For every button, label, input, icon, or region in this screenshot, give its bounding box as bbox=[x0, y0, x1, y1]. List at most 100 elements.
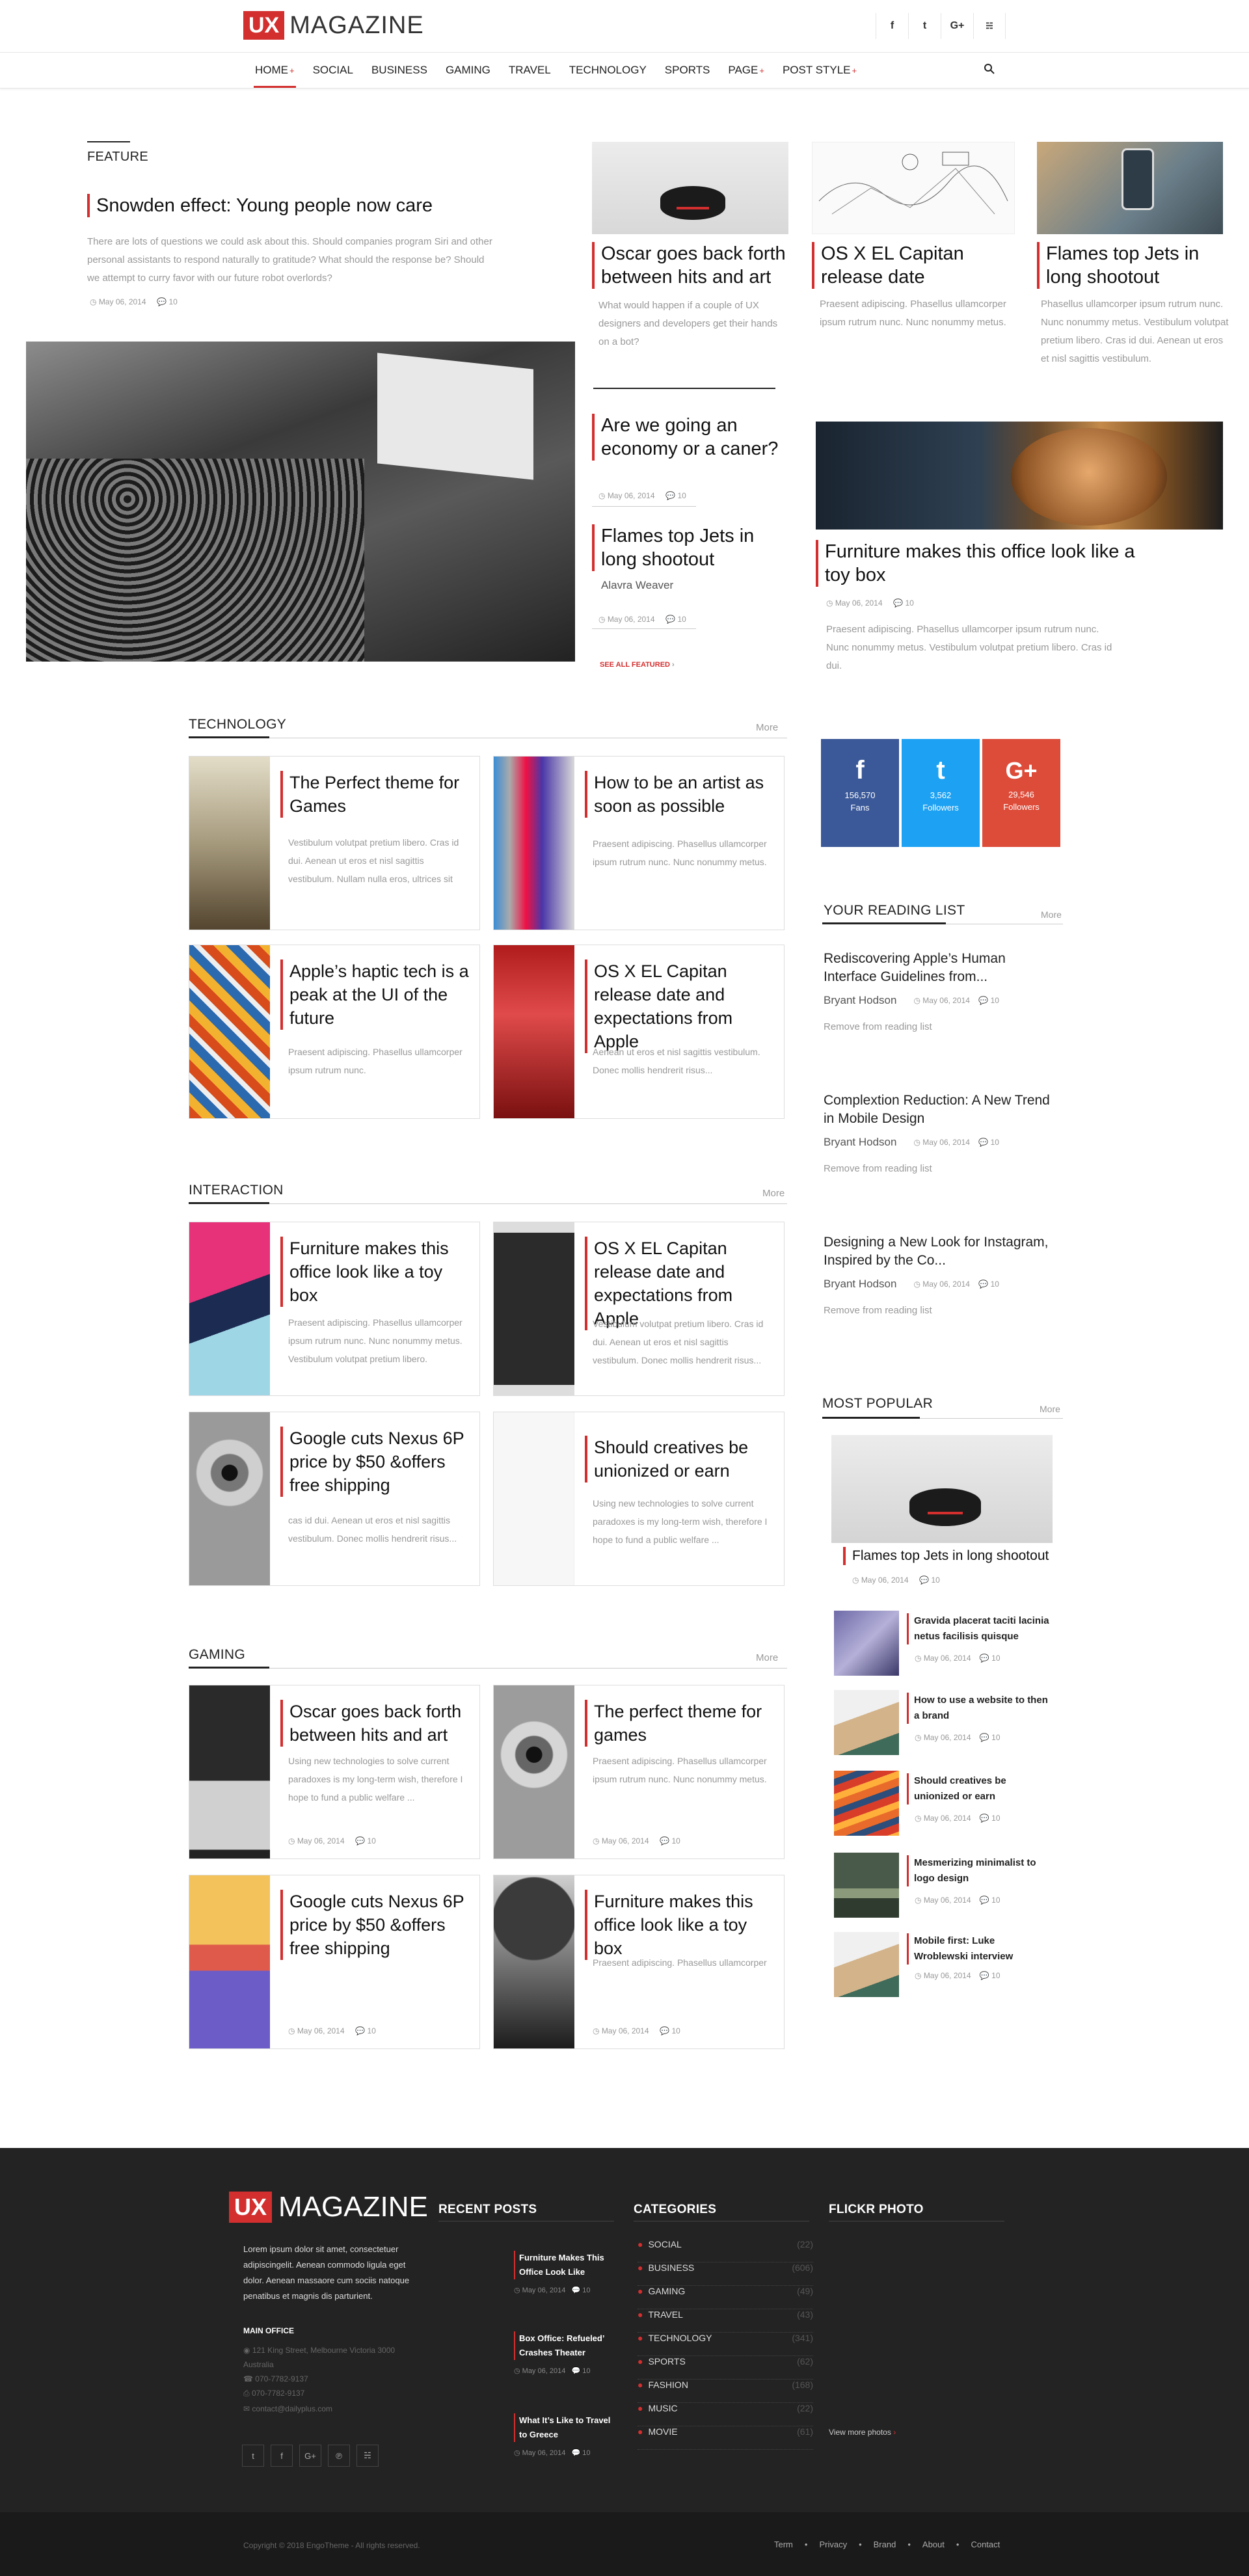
reading-list-more[interactable]: More bbox=[1041, 909, 1062, 920]
gaming-card-1-title[interactable]: Oscar goes back forth between hits and a… bbox=[280, 1700, 469, 1747]
nav-page[interactable]: PAGE + bbox=[719, 53, 773, 88]
category-sports[interactable]: ● SPORTS (62) bbox=[638, 2356, 813, 2380]
footer-twitter-icon[interactable]: t bbox=[242, 2445, 264, 2467]
col2-title-1[interactable]: Oscar goes back forth between hits and a… bbox=[592, 242, 788, 289]
col3b-title[interactable]: Flames top Jets in long shootout bbox=[1037, 242, 1226, 289]
gaming-card-4[interactable]: Furniture makes this office look like a … bbox=[493, 1875, 785, 2049]
gaming-card-4-title[interactable]: Furniture makes this office look like a … bbox=[585, 1890, 773, 1960]
technology-more[interactable]: More bbox=[756, 722, 778, 733]
social-counter-facebook[interactable]: f 156,570 Fans bbox=[821, 739, 899, 847]
interaction-card-1-title[interactable]: Furniture makes this office look like a … bbox=[280, 1237, 469, 1307]
google-plus-icon[interactable]: G+ bbox=[941, 13, 973, 39]
popular-item-5[interactable]: Mobile first: Luke Wroblewski interview … bbox=[834, 1932, 1055, 1997]
reading-item-1[interactable]: Rediscovering Apple’s Human Interface Gu… bbox=[824, 950, 1058, 1032]
category-gaming[interactable]: ● GAMING (49) bbox=[638, 2286, 813, 2309]
reading-item-2-remove[interactable]: Remove from reading list bbox=[824, 1163, 1058, 1174]
feature-main-image[interactable] bbox=[26, 342, 575, 662]
nav-social[interactable]: SOCIAL bbox=[304, 53, 362, 88]
nav-home[interactable]: HOME + bbox=[246, 53, 304, 88]
category-fashion[interactable]: ● FASHION (168) bbox=[638, 2380, 813, 2403]
reading-item-3-remove[interactable]: Remove from reading list bbox=[824, 1305, 1058, 1316]
most-popular-more[interactable]: More bbox=[1040, 1404, 1060, 1414]
social-counter-twitter[interactable]: t 3,562 Followers bbox=[902, 739, 980, 847]
footer-recent-3[interactable]: What It’s Like to Travel to Greece ◷ May… bbox=[514, 2413, 611, 2457]
tech-card-3[interactable]: Apple’s haptic tech is a peak at the UI … bbox=[189, 945, 480, 1119]
gaming-card-3[interactable]: Google cuts Nexus 6P price by $50 &offer… bbox=[189, 1875, 480, 2049]
twitter-icon[interactable]: t bbox=[908, 13, 941, 39]
category-travel[interactable]: ● TRAVEL (43) bbox=[638, 2309, 813, 2333]
col2-image-1[interactable] bbox=[592, 142, 788, 234]
popular-item-1-title[interactable]: Gravida placerat taciti lacinia netus fa… bbox=[907, 1613, 1050, 1644]
footer-recent-2-title[interactable]: Box Office: Refueled’ Crashes Theater bbox=[514, 2331, 611, 2360]
tech-card-2[interactable]: How to be an artist as soon as possible … bbox=[493, 756, 785, 930]
footer-recent-2[interactable]: Box Office: Refueled’ Crashes Theater ◷ … bbox=[514, 2331, 611, 2375]
nav-business[interactable]: BUSINESS bbox=[362, 53, 436, 88]
col2-title-2[interactable]: Are we going an economy or a caner? bbox=[592, 414, 794, 461]
interaction-card-4-title[interactable]: Should creatives be unionized or earn bbox=[585, 1436, 773, 1483]
footer-google-icon[interactable]: G+ bbox=[299, 2445, 321, 2467]
gaming-card-2[interactable]: The perfect theme for games Praesent adi… bbox=[493, 1685, 785, 1859]
tech-card-4-title[interactable]: OS X EL Capitan release date and expecta… bbox=[585, 959, 773, 1053]
reading-item-1-remove[interactable]: Remove from reading list bbox=[824, 1021, 1058, 1032]
footer-recent-1-title[interactable]: Furniture Makes This Office Look Like bbox=[514, 2251, 611, 2279]
popular-item-4-title[interactable]: Mesmerizing minimalist to logo design bbox=[907, 1855, 1050, 1886]
rss-icon[interactable]: ☵ bbox=[973, 13, 1006, 39]
category-music[interactable]: ● MUSIC (22) bbox=[638, 2403, 813, 2426]
category-social[interactable]: ● SOCIAL (22) bbox=[638, 2239, 813, 2262]
nav-travel[interactable]: TRAVEL bbox=[500, 53, 560, 88]
gaming-card-3-title[interactable]: Google cuts Nexus 6P price by $50 &offer… bbox=[280, 1890, 469, 1960]
tech-card-3-title[interactable]: Apple’s haptic tech is a peak at the UI … bbox=[280, 959, 469, 1030]
category-movie[interactable]: ● MOVIE (61) bbox=[638, 2426, 813, 2450]
social-counter-google[interactable]: G+ 29,546 Followers bbox=[982, 739, 1060, 847]
tech-card-1-title[interactable]: The Perfect theme for Games bbox=[280, 771, 469, 818]
interaction-card-4[interactable]: Should creatives be unionized or earn Us… bbox=[493, 1412, 785, 1586]
col3a-title[interactable]: OS X EL Capitan release date bbox=[812, 242, 1014, 289]
footer-recent-1[interactable]: Furniture Makes This Office Look Like ◷ … bbox=[514, 2251, 611, 2294]
feature-main-title[interactable]: Snowden effect: Young people now care bbox=[87, 194, 490, 217]
reading-item-1-title[interactable]: Rediscovering Apple’s Human Interface Gu… bbox=[824, 950, 1058, 986]
reading-item-2-title[interactable]: Complextion Reduction: A New Trend in Mo… bbox=[824, 1092, 1058, 1128]
gaming-more[interactable]: More bbox=[756, 1652, 778, 1663]
nav-technology[interactable]: TECHNOLOGY bbox=[560, 53, 656, 88]
popular-item-2-title[interactable]: How to use a website to then a brand bbox=[907, 1693, 1050, 1724]
site-logo[interactable]: UX MAGAZINE bbox=[243, 10, 424, 40]
reading-item-3-title[interactable]: Designing a New Look for Instagram, Insp… bbox=[824, 1233, 1058, 1270]
footer-pinterest-icon[interactable]: ℗ bbox=[328, 2445, 350, 2467]
footer-link-brand[interactable]: Brand bbox=[874, 2540, 896, 2549]
footer-logo[interactable]: UX MAGAZINE bbox=[229, 2191, 428, 2223]
category-business[interactable]: ● BUSINESS (606) bbox=[638, 2262, 813, 2286]
col2-title-3[interactable]: Flames top Jets in long shootout bbox=[592, 524, 787, 571]
facebook-icon[interactable]: f bbox=[876, 13, 908, 39]
category-technology[interactable]: ● TECHNOLOGY (341) bbox=[638, 2333, 813, 2356]
footer-email[interactable]: ✉ contact@dailyplus.com bbox=[243, 2404, 332, 2413]
footer-flickr-more[interactable]: View more photos › bbox=[829, 2428, 896, 2437]
footer-link-term[interactable]: Term bbox=[774, 2540, 793, 2549]
footer-recent-3-title[interactable]: What It’s Like to Travel to Greece bbox=[514, 2413, 611, 2442]
popular-item-3-title[interactable]: Should creatives be unionized or earn bbox=[907, 1773, 1050, 1805]
nav-post-style[interactable]: POST STYLE + bbox=[773, 53, 866, 88]
gaming-card-1[interactable]: Oscar goes back forth between hits and a… bbox=[189, 1685, 480, 1859]
tech-card-4[interactable]: OS X EL Capitan release date and expecta… bbox=[493, 945, 785, 1119]
footer-link-privacy[interactable]: Privacy bbox=[819, 2540, 847, 2549]
gaming-title[interactable]: GAMING bbox=[189, 1647, 245, 1663]
interaction-more[interactable]: More bbox=[762, 1188, 785, 1199]
tech-card-1[interactable]: The Perfect theme for Games Vestibulum v… bbox=[189, 756, 480, 930]
popular-main-image[interactable] bbox=[831, 1435, 1053, 1543]
popular-item-2[interactable]: How to use a website to then a brand ◷ M… bbox=[834, 1690, 1055, 1755]
interaction-card-3-title[interactable]: Google cuts Nexus 6P price by $50 &offer… bbox=[280, 1427, 469, 1497]
interaction-title[interactable]: INTERACTION bbox=[189, 1183, 284, 1198]
popular-main-title[interactable]: Flames top Jets in long shootout bbox=[843, 1547, 1049, 1565]
nav-gaming[interactable]: GAMING bbox=[436, 53, 500, 88]
popular-item-4[interactable]: Mesmerizing minimalist to logo design ◷ … bbox=[834, 1853, 1055, 1918]
col3a-image[interactable] bbox=[812, 142, 1015, 234]
col3b-image[interactable] bbox=[1037, 142, 1223, 234]
interaction-card-1[interactable]: Furniture makes this office look like a … bbox=[189, 1222, 480, 1396]
tech-card-2-title[interactable]: How to be an artist as soon as possible bbox=[585, 771, 773, 818]
col3c-title[interactable]: Furniture makes this office look like a … bbox=[816, 540, 1154, 587]
col3c-image[interactable] bbox=[816, 422, 1223, 530]
gaming-card-2-title[interactable]: The perfect theme for games bbox=[585, 1700, 773, 1747]
interaction-card-2[interactable]: OS X EL Capitan release date and expecta… bbox=[493, 1222, 785, 1396]
nav-sports[interactable]: SPORTS bbox=[656, 53, 719, 88]
reading-item-3[interactable]: Designing a New Look for Instagram, Insp… bbox=[824, 1233, 1058, 1316]
popular-item-1[interactable]: Gravida placerat taciti lacinia netus fa… bbox=[834, 1611, 1055, 1676]
